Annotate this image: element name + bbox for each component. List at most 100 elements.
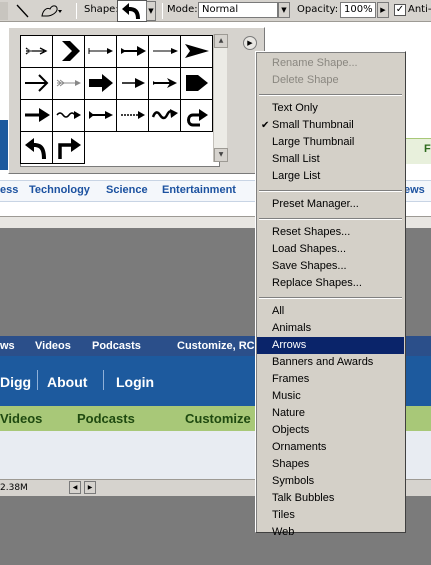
mode-dropdown-button[interactable]: ▼ [278,2,290,18]
menu-item-large-thumbnail[interactable]: Large Thumbnail [257,134,404,151]
menu-item-web[interactable]: Web [257,524,404,541]
nav-blue-item[interactable]: Login [116,374,154,390]
feather-arrow-icon [56,79,81,86]
menu-item-replace-shapes[interactable]: Replace Shapes... [257,275,404,292]
line-tool-icon[interactable] [14,3,30,19]
nav-green-item[interactable]: Podcasts [77,411,135,426]
shape-thumbnail[interactable] [116,35,149,68]
menu-item-symbols[interactable]: Symbols [257,473,404,490]
nav-dark-item[interactable]: ws [0,340,15,352]
nav-green-item[interactable]: Videos [0,411,42,426]
nav-dark-item[interactable]: Podcasts [92,340,141,352]
picker-menu-button[interactable]: ▶ [243,36,257,50]
shape-thumbnail[interactable] [116,99,149,132]
menu-item-label: Banners and Awards [272,356,374,368]
shape-thumbnail[interactable] [52,131,85,164]
shape-thumbnail[interactable] [84,67,117,100]
opacity-field[interactable]: 100% [340,2,376,18]
nav-top-item[interactable]: Science [106,184,148,196]
nav-top-item[interactable]: ews [404,184,425,196]
shape-thumbnail[interactable] [52,35,85,68]
menu-separator [259,297,402,299]
nav-green-item[interactable]: Customize [185,411,251,426]
menu-item-talk-bubbles[interactable]: Talk Bubbles [257,490,404,507]
mode-select[interactable]: Normal [198,2,278,18]
menu-item-objects[interactable]: Objects [257,422,404,439]
shape-thumbnail[interactable] [52,99,85,132]
menu-item-label: Nature [272,407,306,419]
shape-thumbnail[interactable] [52,67,85,100]
menu-item-preset-manager[interactable]: Preset Manager... [257,196,404,213]
checkmark-icon: ✔ [261,120,270,131]
menu-item-save-shapes[interactable]: Save Shapes... [257,258,404,275]
menu-item-small-thumbnail[interactable]: ✔ Small Thumbnail [257,117,404,134]
menu-item-label: Large List [272,170,321,182]
open-arrow-icon [24,73,48,92]
shape-thumbnail[interactable] [20,35,53,68]
antialias-checkbox[interactable]: ✓ [394,4,406,16]
opacity-arrow-button[interactable]: ▶ [377,2,389,18]
shape-thumbnail[interactable] [84,35,117,68]
status-size: 2.38M [0,483,28,493]
menu-item-text-only[interactable]: Text Only [257,100,404,117]
nav-dark-item[interactable]: Videos [35,340,71,352]
menu-item-delete-shape: Delete Shape [257,72,404,89]
status-arrow-right-button[interactable]: ▶ [84,481,96,494]
menu-item-load-shapes[interactable]: Load Shapes... [257,241,404,258]
menu-item-label: Large Thumbnail [272,136,355,148]
menu-item-frames[interactable]: Frames [257,371,404,388]
options-separator [76,3,77,19]
menu-item-label: Objects [272,424,310,436]
shape-thumbnail[interactable] [20,67,53,100]
menu-item-arrows[interactable]: Arrows [257,337,404,354]
menu-item-tiles[interactable]: Tiles [257,507,404,524]
heavy-arrow-icon [24,107,50,122]
menu-item-label: Frames [272,373,310,385]
shape-grid-scrollbar[interactable]: ▲ ▼ [213,34,228,162]
menu-item-shapes[interactable]: Shapes [257,456,404,473]
menu-item-nature[interactable]: Nature [257,405,404,422]
menu-item-banners-and-awards[interactable]: Banners and Awards [257,354,404,371]
shape-thumbnail[interactable] [116,67,149,100]
nav-top-item[interactable]: ess [0,184,18,196]
menu-item-reset-shapes[interactable]: Reset Shapes... [257,224,404,241]
menu-item-ornaments[interactable]: Ornaments [257,439,404,456]
notched-arrow-icon [152,77,177,88]
antialias-label: Anti- [408,4,431,15]
menu-item-music[interactable]: Music [257,388,404,405]
nav-blue-item[interactable]: Digg [0,374,31,390]
nav-blue-item[interactable]: About [47,374,87,390]
shape-picker-dropdown-button[interactable]: ▼ [146,1,156,21]
shape-thumbnail[interactable] [148,35,181,68]
pentagon-arrow-icon [185,74,208,91]
nav-dark-item[interactable]: Customize, RC [177,340,255,352]
menu-item-label: Symbols [272,475,315,487]
shape-thumbnail[interactable] [20,99,53,132]
menu-item-large-list[interactable]: Large List [257,168,404,185]
shape-thumbnail[interactable] [180,99,213,132]
scroll-up-button[interactable]: ▲ [214,34,228,48]
menu-item-all[interactable]: All [257,303,404,320]
nav-top-item[interactable]: Technology [29,184,90,196]
nav-top-item[interactable]: Entertainment [162,184,236,196]
shape-picker-button[interactable] [117,0,147,22]
shape-thumbnail[interactable] [20,131,53,164]
scroll-down-button[interactable]: ▼ [214,148,228,162]
menu-separator [259,218,402,220]
menu-item-animals[interactable]: Animals [257,320,404,337]
shape-thumbnail[interactable] [180,67,213,100]
thin-arrow-icon [88,47,113,54]
shape-thumbnail[interactable] [84,99,117,132]
green-letter: F [424,143,431,155]
status-arrow-left-button[interactable]: ◀ [69,481,81,494]
menu-item-label: Tiles [272,509,295,521]
nav-blue-divider [37,370,38,390]
wavy-arrow-icon [55,110,81,119]
shape-thumbnail[interactable] [180,35,213,68]
shape-thumbnail[interactable] [148,67,181,100]
options-bar-left-edge [0,2,8,20]
shape-thumbnail[interactable] [148,99,181,132]
menu-item-small-list[interactable]: Small List [257,151,404,168]
short-arrow-icon [121,77,145,88]
custom-shape-tool-icon[interactable] [40,3,62,19]
